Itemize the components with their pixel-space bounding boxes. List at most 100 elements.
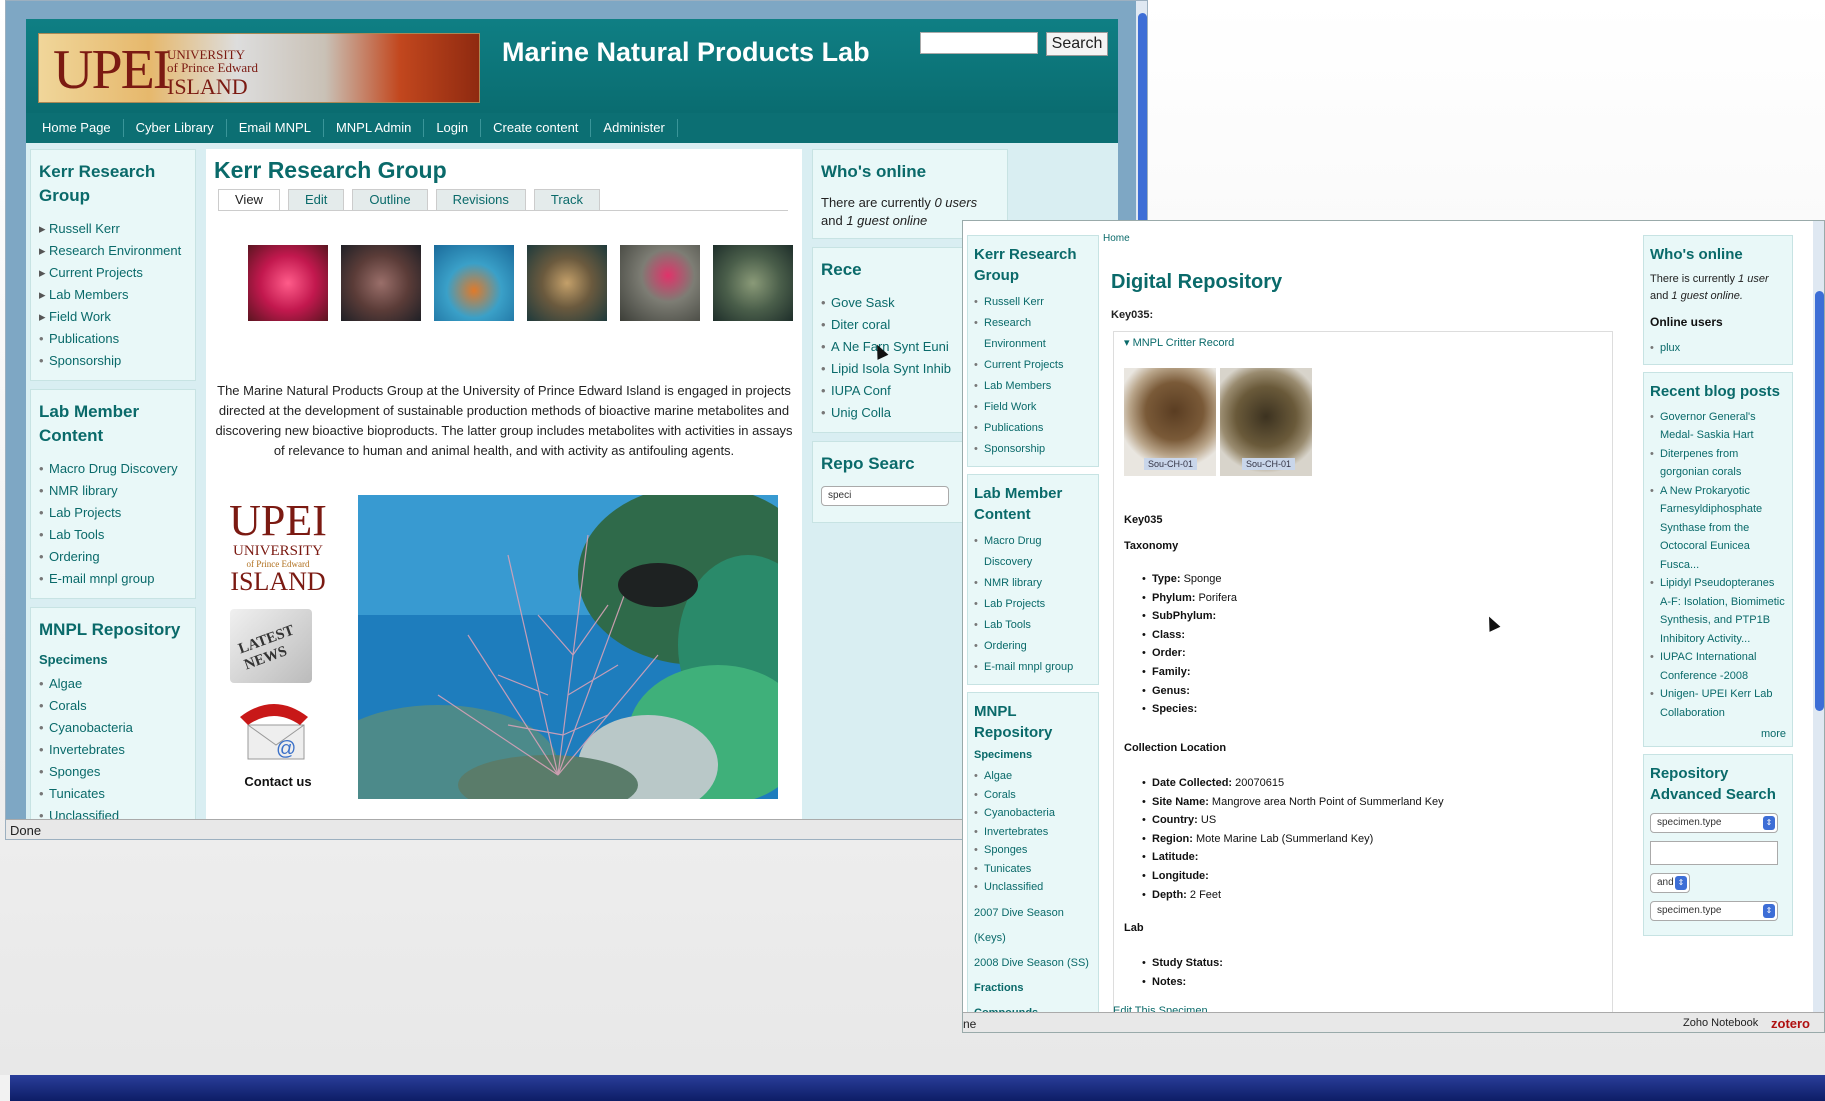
recent2-post-5[interactable]: IUPAC International Conference -2008: [1650, 648, 1786, 685]
repo-search-select[interactable]: speci: [821, 486, 949, 506]
taxonomy-list: Type: Sponge Phylum: Porifera SubPhylum:…: [1142, 570, 1237, 719]
sidebar2-item-field-work[interactable]: Field Work: [974, 397, 1092, 418]
thumbnail-sea-fan[interactable]: [713, 245, 793, 321]
zotero-button[interactable]: zotero: [1771, 1016, 1810, 1031]
sidebar2-item-publications[interactable]: Publications: [974, 418, 1092, 439]
sidebar-item-lab-tools[interactable]: Lab Tools: [39, 524, 187, 546]
sidebar-item-invertebrates[interactable]: Invertebrates: [39, 739, 187, 761]
search-field-select-2[interactable]: specimen.type ⇕: [1650, 901, 1778, 921]
tab-view[interactable]: View: [218, 189, 280, 210]
sidebar-item-lab-members[interactable]: Lab Members: [39, 284, 187, 306]
tab-track[interactable]: Track: [533, 189, 600, 210]
sidebar2-item-sponsorship[interactable]: Sponsorship: [974, 439, 1092, 460]
sidebar-item-email-group[interactable]: E-mail mnpl group: [39, 568, 187, 590]
sidebar2-item-invertebrates[interactable]: Invertebrates: [974, 823, 1092, 842]
nav-home-page[interactable]: Home Page: [30, 119, 124, 137]
thumbnail-orange-coral[interactable]: [434, 245, 514, 321]
tab-edit[interactable]: Edit: [287, 189, 345, 210]
zoho-notebook-button[interactable]: Zoho Notebook: [1683, 1017, 1758, 1029]
search-button[interactable]: Search: [1046, 32, 1108, 56]
online-user-plux[interactable]: plux: [1650, 339, 1786, 358]
specimens-heading[interactable]: Specimens: [39, 652, 187, 667]
critter-record-toggle[interactable]: ▾ MNPL Critter Record: [1122, 336, 1237, 349]
sidebar2-item-cyanobacteria[interactable]: Cyanobacteria: [974, 804, 1092, 823]
fractions-link[interactable]: Fractions: [974, 976, 1092, 1001]
nav-login[interactable]: Login: [424, 119, 482, 137]
sidebar2-item-lab-projects[interactable]: Lab Projects: [974, 594, 1092, 615]
sidebar2-item-nmr-library[interactable]: NMR library: [974, 573, 1092, 594]
sidebar-item-tunicates[interactable]: Tunicates: [39, 783, 187, 805]
vertical-scrollbar-2[interactable]: [1813, 221, 1824, 1012]
sidebar-item-nmr-library[interactable]: NMR library: [39, 480, 187, 502]
repository-block-2: MNPL Repository Specimens Algae Corals C…: [967, 692, 1099, 1032]
sidebar-item-sponsorship[interactable]: Sponsorship: [39, 350, 187, 372]
thumbnail-red-coral[interactable]: [248, 245, 328, 321]
phone-icon[interactable]: @: [234, 697, 316, 761]
boolean-operator-select[interactable]: and ⇕: [1650, 873, 1690, 893]
sidebar-item-algae[interactable]: Algae: [39, 673, 187, 695]
sidebar2-item-corals[interactable]: Corals: [974, 786, 1092, 805]
nav-email-mnpl[interactable]: Email MNPL: [227, 119, 324, 137]
recent2-post-4[interactable]: Lipidyl Pseudopteranes A-F: Isolation, B…: [1650, 574, 1786, 648]
more-link[interactable]: more: [1650, 728, 1786, 740]
thumbnail-branch-coral[interactable]: [527, 245, 607, 321]
left-sidebar: Kerr Research Group Russell Kerr Researc…: [30, 149, 196, 839]
sidebar-item-macro-drug[interactable]: Macro Drug Discovery: [39, 458, 187, 480]
upei-logo-banner[interactable]: UPEI UNIVERSITY of Prince Edward ISLAND: [38, 33, 480, 103]
recent2-post-6[interactable]: Unigen- UPEI Kerr Lab Collaboration: [1650, 685, 1786, 722]
collection-depth: Depth: 2 Feet: [1142, 886, 1444, 905]
thumbnail-sponge[interactable]: [341, 245, 421, 321]
sidebar2-item-research-environment[interactable]: Research Environment: [974, 313, 1092, 355]
sidebar-item-sponges[interactable]: Sponges: [39, 761, 187, 783]
side-logo-university: UNIVERSITY: [233, 543, 323, 559]
breadcrumb-home[interactable]: Home: [1103, 233, 1130, 244]
lab-study-status: Study Status:: [1142, 954, 1223, 973]
scrollbar-thumb-2[interactable]: [1815, 291, 1824, 711]
sidebar2-item-email-group[interactable]: E-mail mnpl group: [974, 657, 1092, 678]
nav-mnpl-admin[interactable]: MNPL Admin: [324, 119, 425, 137]
right-sidebar-repo: Who's online There is currently 1 user a…: [1643, 235, 1793, 943]
sidebar-item-ordering[interactable]: Ordering: [39, 546, 187, 568]
site-title[interactable]: Marine Natural Products Lab: [502, 37, 870, 68]
recent2-post-1[interactable]: Governor General's Medal- Saskia Hart: [1650, 408, 1786, 445]
sidebar2-item-lab-members[interactable]: Lab Members: [974, 376, 1092, 397]
lab-heading: Lab: [1124, 922, 1144, 934]
reef-photo: [358, 495, 778, 799]
recent2-post-3[interactable]: A New Prokaryotic Farnesyldiphosphate Sy…: [1650, 482, 1786, 575]
sidebar-item-russell-kerr[interactable]: Russell Kerr: [39, 218, 187, 240]
sidebar2-item-russell-kerr[interactable]: Russell Kerr: [974, 292, 1092, 313]
sidebar-item-publications[interactable]: Publications: [39, 328, 187, 350]
primary-nav: Home Page Cyber Library Email MNPL MNPL …: [26, 113, 1118, 143]
sidebar-item-research-environment[interactable]: Research Environment: [39, 240, 187, 262]
sidebar2-item-macro-drug[interactable]: Macro Drug Discovery: [974, 531, 1092, 573]
sidebar-item-current-projects[interactable]: Current Projects: [39, 262, 187, 284]
sidebar2-item-sponges[interactable]: Sponges: [974, 841, 1092, 860]
sidebar2-item-tunicates[interactable]: Tunicates: [974, 860, 1092, 879]
nav-cyber-library[interactable]: Cyber Library: [124, 119, 227, 137]
nav-administer[interactable]: Administer: [591, 119, 678, 137]
dive-season-2008-link[interactable]: 2008 Dive Season (SS): [974, 951, 1092, 976]
dive-season-2007-link[interactable]: 2007 Dive Season (Keys): [974, 901, 1092, 951]
sidebar2-item-ordering[interactable]: Ordering: [974, 636, 1092, 657]
sidebar2-item-unclassified[interactable]: Unclassified: [974, 878, 1092, 897]
contact-us-link[interactable]: Contact us: [228, 774, 328, 789]
sidebar2-item-lab-tools[interactable]: Lab Tools: [974, 615, 1092, 636]
tab-revisions[interactable]: Revisions: [435, 189, 526, 210]
sidebar2-item-current-projects[interactable]: Current Projects: [974, 355, 1092, 376]
latest-news-icon[interactable]: LATEST NEWS: [230, 609, 312, 683]
specimens-heading-2[interactable]: Specimens: [974, 749, 1092, 761]
nav-create-content[interactable]: Create content: [481, 119, 592, 137]
sidebar-item-lab-projects[interactable]: Lab Projects: [39, 502, 187, 524]
sidebar-item-field-work[interactable]: Field Work: [39, 306, 187, 328]
search-field-select-1[interactable]: specimen.type ⇕: [1650, 813, 1778, 833]
sidebar-item-cyanobacteria[interactable]: Cyanobacteria: [39, 717, 187, 739]
sidebar-item-corals[interactable]: Corals: [39, 695, 187, 717]
recent2-post-2[interactable]: Diterpenes from gorgonian corals: [1650, 445, 1786, 482]
search-term-input[interactable]: [1650, 841, 1778, 865]
tab-outline[interactable]: Outline: [352, 189, 428, 210]
select-arrow-icon: ⇕: [1675, 876, 1687, 890]
search-input[interactable]: [920, 32, 1038, 54]
sidebar2-item-algae[interactable]: Algae: [974, 767, 1092, 786]
scrollbar-thumb[interactable]: [1138, 13, 1147, 233]
thumbnail-pink-sponge[interactable]: [620, 245, 700, 321]
